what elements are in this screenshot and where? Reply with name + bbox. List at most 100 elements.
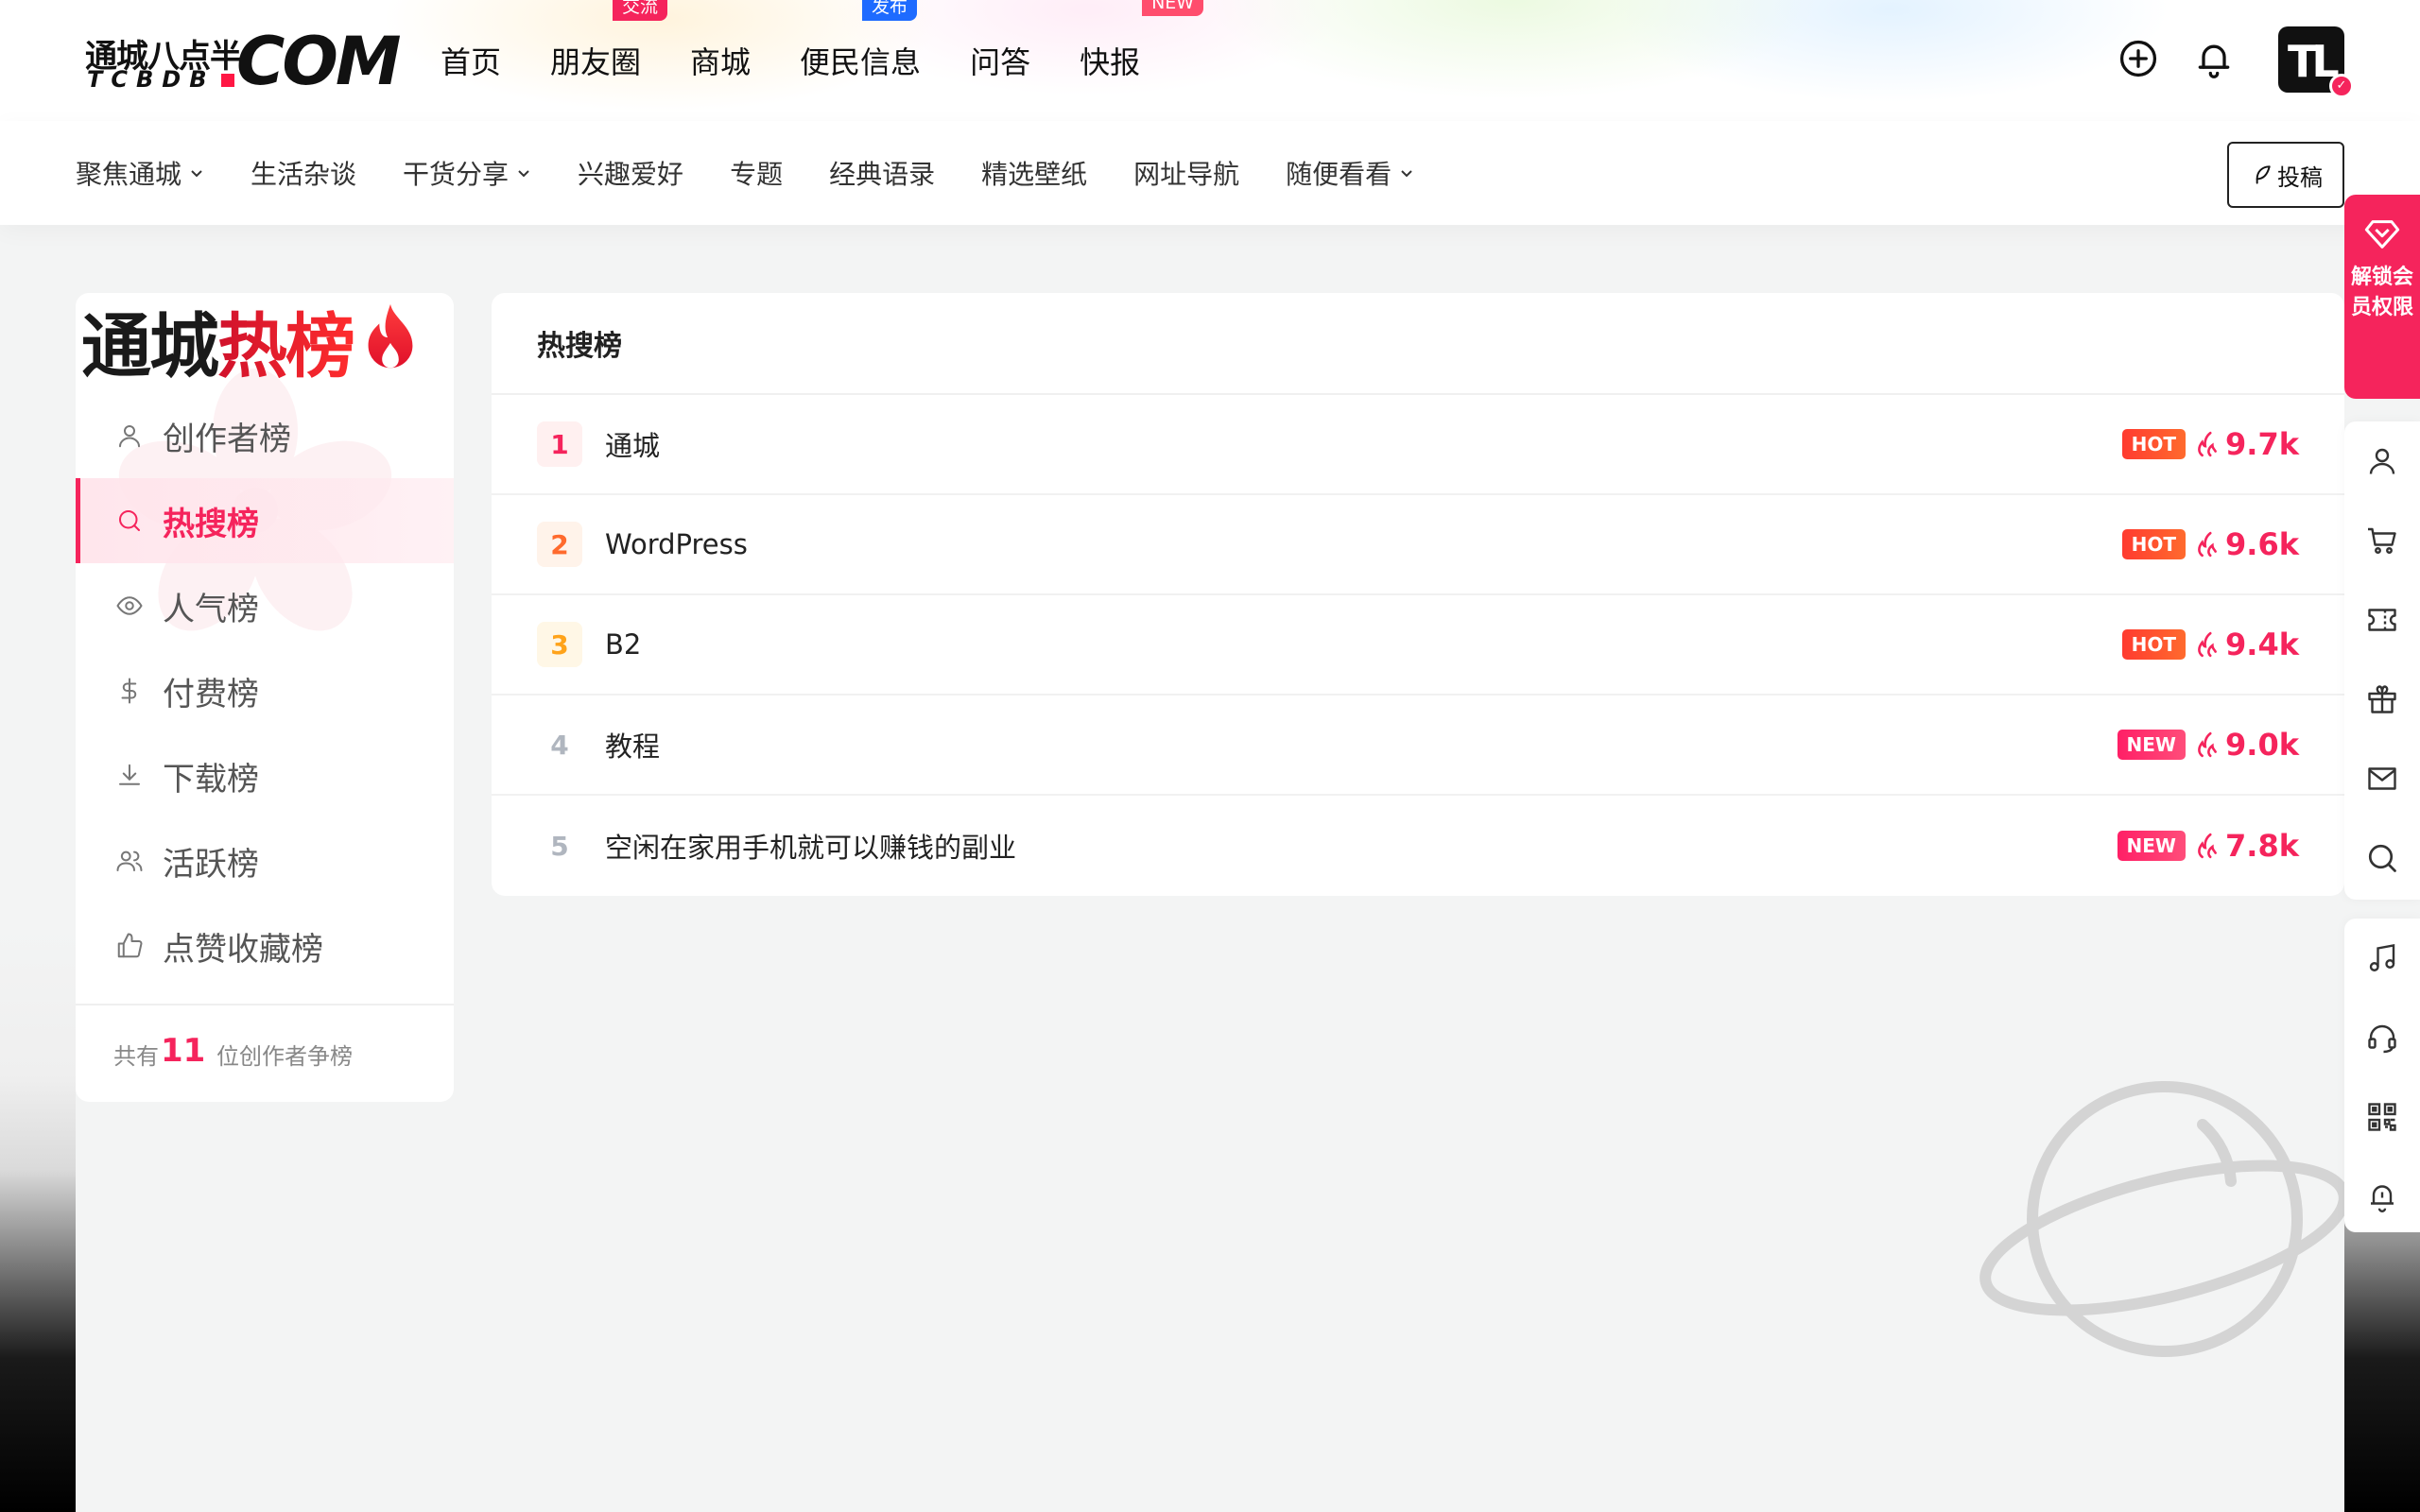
rank-number: 2 [537,522,582,567]
rank-menu-item-5[interactable]: 活跃榜 [76,818,454,903]
hot-search-keyword[interactable]: 通城 [605,424,2344,464]
cart-icon [2368,527,2396,554]
fire-icon [2198,431,2217,457]
nav-item-0[interactable]: 首页 [441,39,501,82]
chevron-down-icon [1401,170,1412,178]
heat-value: 9.7k [2225,426,2299,462]
nav-item-3[interactable]: 便民信息 发布 [800,0,922,82]
category-item-label: 网址导航 [1133,159,1240,190]
fire-icon [2198,833,2217,859]
rank-menu-item-3[interactable]: 付费榜 [76,648,454,733]
footer-prefix: 共有 [113,1042,159,1070]
side-search-button[interactable] [2344,818,2420,898]
rank-menu-label: 人气榜 [163,590,259,628]
nav-item-label: 便民信息 [800,44,922,80]
category-item-5[interactable]: 经典语录 [829,154,935,192]
side-support-button[interactable] [2344,998,2420,1077]
thumbs-up-icon [113,930,146,962]
hot-search-keyword[interactable]: B2 [605,628,2344,661]
trend-tag: HOT [2121,529,2186,559]
side-music-button[interactable] [2344,919,2420,998]
submit-post-label: 投稿 [2277,163,2323,191]
nav-badge: 发布 [862,0,918,21]
feather-icon [2256,165,2271,184]
nav-item-4[interactable]: 问答 [970,39,1030,82]
hot-search-row[interactable]: 1 通城 HOT 9.7k [492,395,2344,495]
submit-post-button[interactable]: 投稿 [2227,142,2344,208]
nav-item-5[interactable]: 快报 NEW [1080,0,1204,82]
nav-item-label: 商城 [690,44,752,80]
user-icon [113,420,146,452]
download-icon [113,760,146,792]
chevron-down-icon [191,170,202,178]
rank-menu-item-4[interactable]: 下载榜 [76,733,454,818]
side-notify-button[interactable] [2344,1157,2420,1236]
music-icon [2369,944,2395,971]
heat-value: 9.0k [2225,727,2299,763]
heat-value: 9.4k [2225,627,2299,662]
rank-number: 5 [550,830,569,862]
category-item-label: 专题 [730,159,784,190]
side-cart-button[interactable] [2344,501,2420,580]
category-item-0[interactable]: 聚焦通城 [76,154,204,192]
hot-search-keyword[interactable]: WordPress [605,528,2344,560]
side-gift-button[interactable] [2344,660,2420,739]
hot-search-row[interactable]: 4 教程 NEW 9.0k [492,696,2344,796]
rank-menu-item-6[interactable]: 点赞收藏榜 [76,903,454,988]
unlock-vip-label: 解锁会员权限 [2350,266,2413,319]
category-item-4[interactable]: 专题 [730,154,783,192]
rank-menu-label: 创作者榜 [163,420,291,458]
users-icon [113,845,146,877]
nav-item-1[interactable]: 朋友圈 交流 [550,0,668,82]
category-item-2[interactable]: 干货分享 [403,154,531,192]
main-nav: 首页 朋友圈 交流 商城 便民信息 发布 问答 快报 NEW [441,0,1204,121]
qrcode-icon [2368,1103,2396,1131]
nav-badge: NEW [1142,0,1204,16]
category-item-label: 随便看看 [1286,159,1392,190]
side-mail-button[interactable] [2344,739,2420,818]
site-logo[interactable]: 通城八点半 TCBDB COM [83,28,402,94]
rank-menu-label: 下载榜 [163,760,259,799]
unlock-vip-button[interactable]: 解锁会员权限 [2344,195,2420,399]
rank-sidebar: 通城 热榜 创作者榜 热搜榜 人气榜 付费榜 下载榜 活跃榜 点赞收藏榜 共有 11 位创作… [76,293,454,1102]
panel-title: 通城 热榜 [81,293,425,387]
rank-menu-item-2[interactable]: 人气榜 [76,563,454,648]
category-item-8[interactable]: 随便看看 [1286,154,1414,192]
diamond-icon [2344,215,2420,257]
side-ticket-button[interactable] [2344,580,2420,660]
hot-search-keyword[interactable]: 空闲在家用手机就可以赚钱的副业 [605,826,2344,866]
hot-search-row[interactable]: 2 WordPress HOT 9.6k [492,495,2344,595]
logo-com-text: COM [236,23,402,100]
bell-icon[interactable] [2193,38,2238,83]
rank-menu-item-0[interactable]: 创作者榜 [76,393,454,478]
side-user-button[interactable] [2344,421,2420,501]
panel-title-dark: 通城 [81,305,219,387]
rank-menu-label: 付费榜 [163,675,259,713]
rank-menu-item-1[interactable]: 热搜榜 [76,478,454,563]
side-qrcode-button[interactable] [2344,1077,2420,1157]
hot-search-keyword[interactable]: 教程 [605,725,2344,765]
rank-menu: 创作者榜热搜榜人气榜付费榜下载榜活跃榜 点赞收藏榜 [76,393,454,988]
panel-title-red: 热榜 [217,293,355,391]
hot-search-row[interactable]: 3 B2 HOT 9.4k [492,595,2344,696]
fire-icon [2198,631,2217,658]
category-item-label: 聚焦通城 [76,159,182,190]
rank-number: 1 [537,421,582,467]
nav-item-2[interactable]: 商城 [690,39,751,82]
trend-tag: HOT [2121,629,2186,660]
nav-item-label: 朋友圈 [550,44,642,80]
hot-search-title: 热搜榜 [492,293,2344,395]
rank-number: 3 [537,622,582,667]
category-item-6[interactable]: 精选壁纸 [981,154,1087,192]
planet-decoration [1979,1081,2350,1357]
category-item-1[interactable]: 生活杂谈 [251,154,356,192]
category-item-label: 生活杂谈 [251,159,357,190]
heat-score: 9.7k [2195,426,2299,462]
category-item-label: 精选壁纸 [981,159,1088,190]
category-item-3[interactable]: 兴趣爱好 [578,154,683,192]
side-tools-group [2344,421,2420,900]
category-item-7[interactable]: 网址导航 [1133,154,1239,192]
creator-count: 11 [161,1032,206,1070]
plus-circle-icon[interactable] [2118,38,2163,83]
hot-search-row[interactable]: 5 空闲在家用手机就可以赚钱的副业 NEW 7.8k [492,796,2344,896]
